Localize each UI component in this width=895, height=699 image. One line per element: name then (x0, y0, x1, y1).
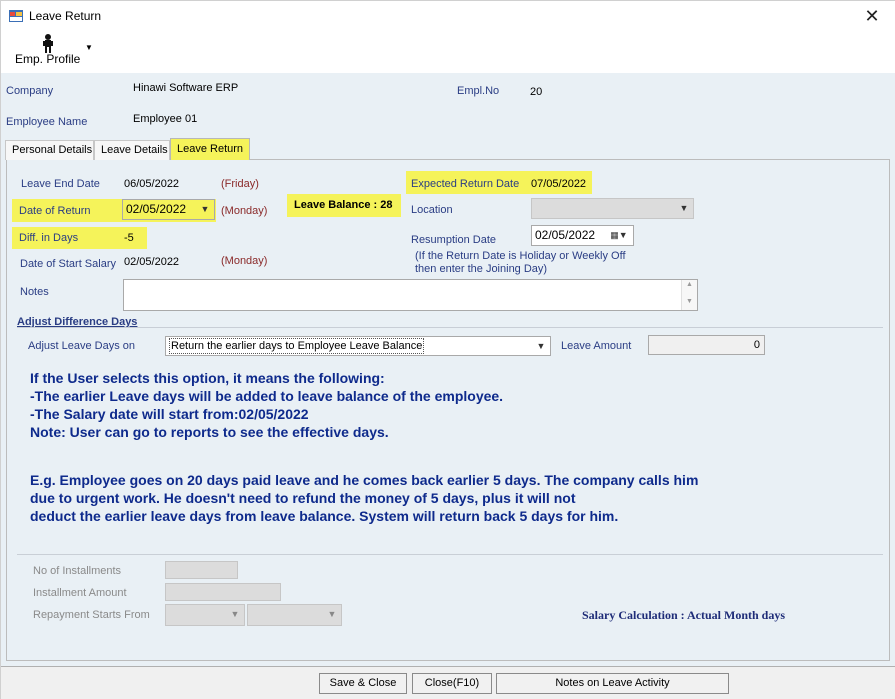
calendar-icon[interactable]: ▦▼ (605, 226, 633, 245)
date-of-return-label: Date of Return (19, 205, 91, 217)
notes-textarea[interactable]: ▲ ▼ (123, 279, 698, 311)
notes-on-leave-button[interactable]: Notes on Leave Activity (496, 673, 729, 694)
date-of-return-day: (Monday) (221, 205, 268, 217)
installment-amount-field[interactable] (165, 583, 281, 601)
repayment-starts-label: Repayment Starts From (33, 609, 150, 621)
info-line-4: Note: User can go to reports to see the … (30, 424, 389, 440)
leave-end-day: (Friday) (221, 178, 259, 190)
info-line-1: If the User selects this option, it mean… (30, 370, 385, 386)
date-of-start-salary-day: (Monday) (221, 255, 268, 267)
info-line-5: E.g. Employee goes on 20 days paid leave… (30, 472, 699, 488)
diff-in-days-value: -5 (124, 232, 134, 244)
toolbar: Emp. Profile ▼ (1, 31, 895, 73)
employee-name-label: Employee Name (6, 116, 88, 128)
emp-profile-button[interactable]: Emp. Profile ▼ (7, 33, 97, 71)
chevron-down-icon: ▼ (200, 204, 210, 214)
leave-amount-field[interactable]: 0 (648, 335, 765, 355)
info-line-7: deduct the earlier leave days from leave… (30, 508, 619, 524)
employee-name-value: Employee 01 (133, 113, 198, 125)
repayment-year-select[interactable]: ▼ (247, 604, 342, 626)
leave-end-date-label: Leave End Date (21, 178, 100, 190)
person-icon (43, 34, 53, 53)
resumption-date-value: 02/05/2022 (535, 228, 596, 242)
installments-group (17, 554, 883, 649)
adjust-on-select[interactable]: Return the earlier days to Employee Leav… (165, 336, 551, 356)
scroll-down-icon[interactable]: ▼ (686, 298, 693, 305)
scroll-up-icon[interactable]: ▲ (686, 281, 693, 288)
location-label: Location (411, 204, 453, 216)
date-of-start-salary-value: 02/05/2022 (124, 256, 180, 268)
repayment-month-select[interactable]: ▼ (165, 604, 245, 626)
close-icon[interactable]: ✕ (859, 5, 885, 27)
expected-return-value: 07/05/2022 (531, 178, 587, 190)
chevron-down-icon: ▼ (327, 609, 337, 619)
section-divider (17, 327, 883, 328)
title-bar: Leave Return ✕ (1, 1, 895, 31)
resumption-date-label: Resumption Date (411, 234, 496, 246)
notes-label: Notes (20, 286, 49, 298)
chevron-down-icon: ▼ (679, 203, 689, 213)
date-of-return-value: 02/05/2022 (126, 202, 187, 216)
adjust-on-value: Return the earlier days to Employee Leav… (169, 338, 425, 354)
tab-leave-return[interactable]: Leave Return (170, 138, 250, 160)
diff-in-days-label: Diff. in Days (19, 232, 79, 244)
company-value: Hinawi Software ERP (133, 82, 239, 94)
no-of-installments-label: No of Installments (33, 565, 122, 577)
resumption-hint-line1: (If the Return Date is Holiday or Weekly… (415, 250, 626, 262)
app-icon (9, 10, 23, 22)
leave-return-window: Leave Return ✕ Emp. Profile ▼ Company Hi… (0, 0, 895, 699)
info-line-6: due to urgent work. He doesn't need to r… (30, 490, 576, 506)
date-of-return-select[interactable]: 02/05/2022 ▼ (122, 199, 215, 220)
emp-profile-label: Emp. Profile (15, 52, 81, 66)
leave-amount-value: 0 (753, 339, 760, 351)
no-of-installments-field[interactable] (165, 561, 238, 579)
salary-calculation: Salary Calculation : Actual Month days (582, 608, 786, 622)
leave-end-date-value: 06/05/2022 (124, 178, 180, 190)
company-label: Company (6, 85, 54, 97)
expected-return-label: Expected Return Date (411, 178, 520, 190)
empl-no-label: Empl.No (457, 85, 500, 97)
adjust-on-label: Adjust Leave Days on (28, 340, 136, 352)
location-select[interactable]: ▼ (531, 198, 694, 219)
close-button[interactable]: Close(F10) (412, 673, 492, 694)
empl-no-value: 20 (530, 86, 543, 98)
info-line-3: -The Salary date will start from:02/05/2… (30, 406, 309, 422)
installment-amount-label: Installment Amount (33, 587, 127, 599)
tab-personal-details[interactable]: Personal Details (5, 140, 94, 160)
chevron-down-icon: ▼ (230, 609, 240, 619)
chevron-down-icon: ▼ (536, 341, 546, 351)
tab-leave-details[interactable]: Leave Details (94, 140, 170, 160)
info-line-2: -The earlier Leave days will be added to… (30, 388, 504, 404)
window-title: Leave Return (29, 9, 102, 23)
resumption-hint-line2: then enter the Joining Day) (415, 263, 548, 275)
leave-amount-label: Leave Amount (561, 340, 632, 352)
leave-balance: Leave Balance : 28 (294, 199, 393, 211)
save-close-button[interactable]: Save & Close (319, 673, 407, 694)
resumption-date-picker[interactable]: 02/05/2022 ▦▼ (531, 225, 634, 246)
notes-scrollbar[interactable]: ▲ ▼ (681, 280, 697, 310)
chevron-down-icon: ▼ (85, 43, 93, 52)
date-of-start-salary-label: Date of Start Salary (20, 258, 116, 270)
